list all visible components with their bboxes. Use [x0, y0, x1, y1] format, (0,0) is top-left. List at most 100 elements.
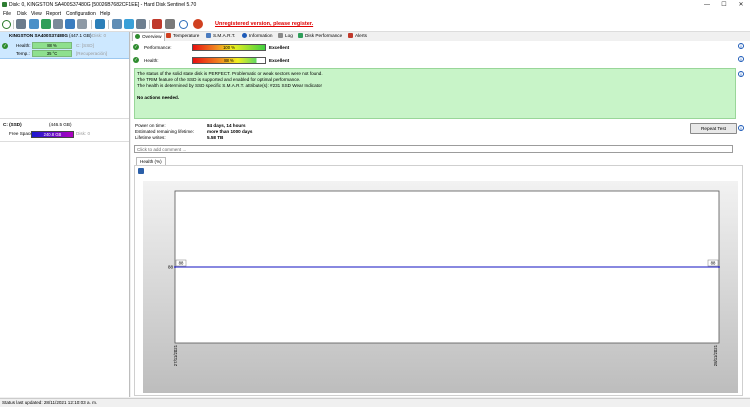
performance-bar: 100 % [192, 44, 266, 51]
info-icon [242, 33, 247, 39]
health-mini-bar: 88 % [32, 42, 72, 49]
health-chart: 88 88 27/11/2021 88 28/11/2021 [143, 181, 738, 393]
menu-bar: File Disk View Report Configuration Help [0, 10, 750, 18]
data-label: 88 [179, 260, 184, 265]
disk-icon[interactable] [16, 19, 26, 29]
menu-configuration[interactable]: Configuration [66, 11, 96, 17]
tab-label: S.M.A.R.T. [213, 33, 236, 38]
health-ok-icon: ✓ [2, 43, 8, 49]
clipboard-icon[interactable] [124, 19, 134, 29]
health-graph-panel: 88 88 27/11/2021 88 28/11/2021 [134, 165, 743, 396]
menu-view[interactable]: View [31, 11, 42, 17]
tab-label: Overview [142, 34, 162, 39]
disk-list-panel: KINGSTON SA400S37480G (447.1 GB) Disk: 0… [0, 32, 130, 397]
alert-icon [348, 33, 353, 39]
settings-icon[interactable] [165, 19, 175, 29]
smart-icon [206, 33, 211, 39]
report-icon[interactable] [95, 19, 105, 29]
tab-overview[interactable]: Overview [132, 32, 165, 41]
data-point [718, 266, 720, 268]
tab-alerts[interactable]: Alerts [348, 32, 367, 40]
writes-label: Lifetime writes: [135, 135, 166, 140]
tab-label: Alerts [355, 33, 367, 38]
power-on-value: 84 days, 14 hours [207, 123, 246, 128]
health-label: Health: [16, 43, 31, 48]
performance-ok-icon: ✓ [133, 44, 139, 50]
y-tick-label: 88 [168, 265, 174, 270]
data-point [174, 266, 176, 268]
menu-file[interactable]: File [3, 11, 11, 17]
power-icon[interactable] [193, 19, 203, 29]
temp-note: [Recuperación] [76, 51, 107, 56]
volume-size: (446.5 GB) [49, 122, 72, 127]
disk-index: Disk: 0 [92, 33, 107, 38]
x-tick-label: 28/11/2021 [713, 344, 718, 366]
comment-input[interactable]: Click to add comment ... [134, 145, 733, 153]
status-description: The status of the solid state disk is PE… [134, 68, 736, 119]
tab-disk-performance[interactable]: Disk Performance [298, 32, 342, 40]
surface-test-icon[interactable] [53, 19, 63, 29]
disk-entry[interactable]: KINGSTON SA400S37480G (447.1 GB) Disk: 0… [0, 32, 129, 59]
menu-report[interactable]: Report [46, 11, 61, 17]
disk-check-icon[interactable] [41, 19, 51, 29]
unregistered-link[interactable]: Unregistered version, please register. [215, 21, 313, 27]
benchmark-icon[interactable] [65, 19, 75, 29]
lifetime-label: Estimated remaining lifetime: [135, 129, 194, 134]
overview-content: ✓ Performance: 100 % Excellent i ✓ Healt… [131, 41, 750, 397]
tab-label: Log [285, 33, 293, 38]
health-rating: Excellent [269, 58, 290, 63]
tab-smart[interactable]: S.M.A.R.T. [206, 32, 235, 40]
save-report-icon[interactable] [136, 19, 146, 29]
power-on-label: Power on time: [135, 123, 166, 128]
tab-strip: Overview Temperature S.M.A.R.T. Informat… [131, 32, 750, 41]
toolbar-separator [149, 20, 150, 29]
volume-disk-ref: Disk: 0 [76, 131, 91, 136]
tab-temperature[interactable]: Temperature [166, 32, 199, 40]
help-icon[interactable] [179, 20, 188, 29]
temp-label: Temp.: [16, 51, 30, 56]
status-line: The health is determined by SSD specific… [137, 83, 323, 88]
free-space-label: Free Space [9, 131, 33, 136]
menu-disk[interactable]: Disk [17, 11, 27, 17]
performance-label: Performance: [144, 45, 172, 50]
health-drive: C: [SSD] [76, 43, 94, 48]
health-bar: 88 % [192, 57, 266, 64]
status-info-icon[interactable]: i [738, 71, 744, 77]
test-icon[interactable] [29, 19, 39, 29]
app-icon [2, 2, 7, 7]
thermometer-icon [166, 33, 171, 39]
test-info-icon[interactable]: i [738, 125, 744, 131]
writes-value: 5.58 TB [207, 135, 224, 140]
alerts-icon[interactable] [152, 19, 162, 29]
overview-icon [135, 34, 140, 40]
close-button[interactable]: ✕ [734, 0, 748, 10]
status-text: Status last updated: 28/11/2021 12:10:03… [2, 400, 98, 405]
maximize-button[interactable]: ☐ [717, 0, 731, 10]
refresh-icon[interactable] [2, 20, 11, 29]
temp-mini-bar: 35 °C [32, 50, 72, 57]
tab-label: Temperature [173, 33, 200, 38]
toolbar-separator [108, 20, 109, 29]
menu-help[interactable]: Help [100, 11, 110, 17]
free-space-bar: 240.8 GB [31, 131, 74, 138]
health-info-icon[interactable]: i [738, 56, 744, 62]
toolbar-separator [91, 20, 92, 29]
status-line: The TRIM feature of the SSD is supported… [137, 77, 301, 82]
smart-icon[interactable] [77, 19, 87, 29]
data-label: 88 [711, 260, 716, 265]
tab-log[interactable]: Log [278, 32, 293, 40]
no-actions-text: No actions needed. [137, 95, 180, 100]
performance-info-icon[interactable]: i [738, 43, 744, 49]
volume-name: C: (SSD) [3, 122, 22, 127]
lifetime-value: more than 1000 days [207, 129, 253, 134]
performance-rating: Excellent [269, 45, 290, 50]
window-title: Disk: 0, KINGSTON SA400S37480G [50026B76… [9, 2, 197, 8]
volume-entry[interactable]: C: (SSD) (446.5 GB) Free Space 240.8 GB … [0, 118, 129, 142]
minimize-button[interactable]: — [700, 0, 714, 10]
send-report-icon[interactable] [112, 19, 122, 29]
repeat-test-button[interactable]: Repeat Test [690, 123, 737, 134]
toolbar: Unregistered version, please register. [0, 18, 750, 32]
disk-name: KINGSTON SA400S37480G [9, 33, 68, 38]
tab-information[interactable]: Information [242, 32, 272, 40]
health-label: Health: [144, 58, 159, 63]
